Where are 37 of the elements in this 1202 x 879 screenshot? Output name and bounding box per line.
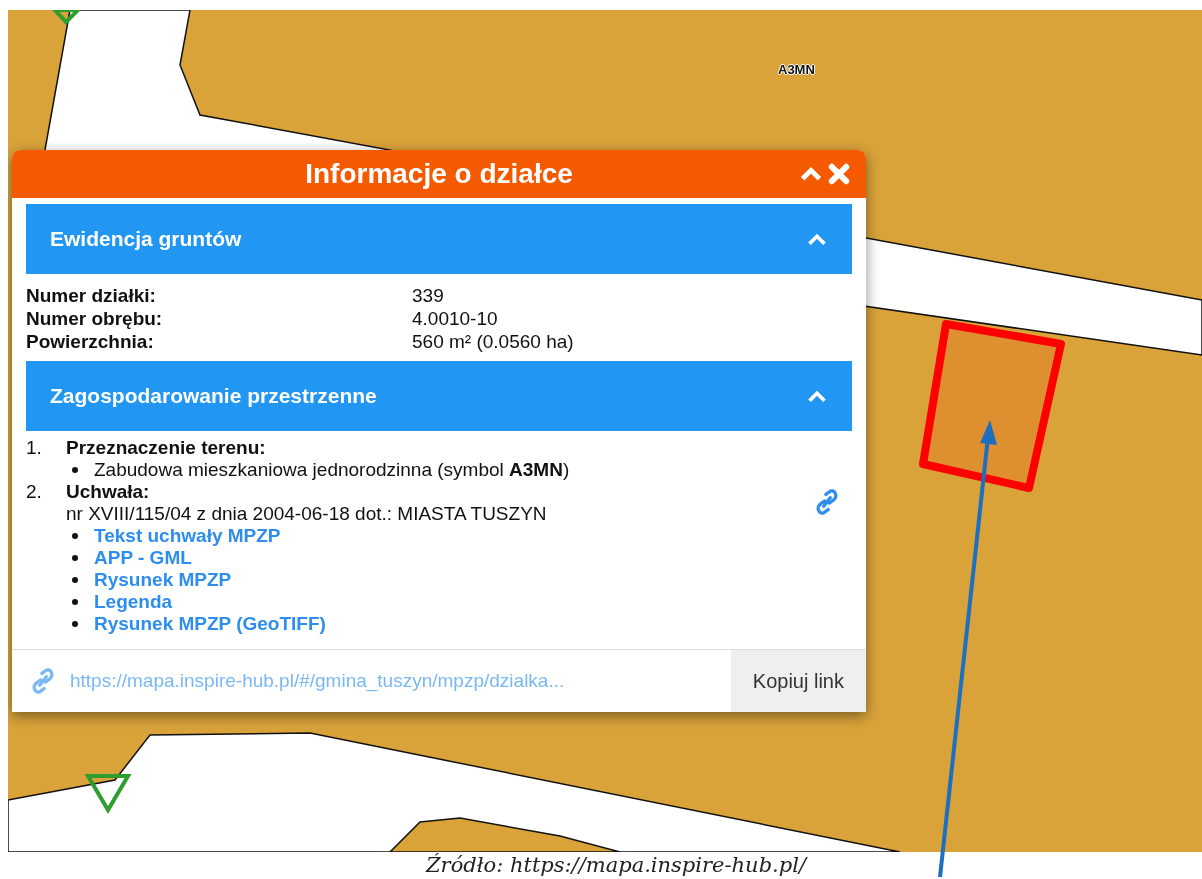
bullet-icon (72, 599, 78, 605)
section-title: Zagospodarowanie przestrzenne (50, 384, 377, 408)
link-icon[interactable] (816, 489, 838, 515)
map-label: A3MN (778, 62, 815, 77)
share-url[interactable]: https://mapa.inspire-hub.pl/#/gmina_tuszyn/mpzp/dzialka... (70, 670, 698, 692)
field-value: 4.0010-10 (412, 307, 499, 330)
field-label: Powierzchnia: (26, 330, 155, 353)
document-link[interactable]: Legenda (94, 591, 173, 613)
field-label: Numer obrębu: (26, 307, 164, 330)
close-icon[interactable] (826, 162, 852, 186)
bullet-icon (72, 577, 78, 583)
item-number: 2. (26, 481, 43, 503)
item-heading: Uchwała: (66, 481, 150, 503)
item-number: 1. (26, 437, 43, 459)
item-text: Zabudowa mieszkaniowa jednorodzinna (symbol A3MN) (94, 459, 570, 481)
section-header[interactable]: Ewidencja gruntów (26, 204, 852, 274)
section-title: Ewidencja gruntów (50, 227, 242, 251)
field-value: 339 (412, 284, 445, 307)
chevron-icon[interactable] (806, 231, 828, 247)
bullet-icon (72, 533, 78, 539)
document-link[interactable]: Tekst uchwały MPZP (94, 525, 281, 547)
field-label: Numer działki: (26, 284, 157, 307)
item-heading: Przeznaczenie terenu: (66, 437, 266, 459)
field-value: 560 m² (0.0560 ha) (412, 330, 575, 353)
source-caption: Źródło: https://mapa.inspire-hub.pl/ (426, 852, 806, 879)
copy-link-button[interactable]: Kopiuj link (730, 650, 866, 712)
document-link[interactable]: APP - GML (94, 547, 192, 569)
item-text: nr XVIII/115/04 z dnia 2004-06-18 dot.: MIASTA TUSZYN (66, 503, 547, 525)
link-icon (32, 668, 54, 694)
bullet-icon (72, 555, 78, 561)
chevron-icon[interactable] (806, 388, 828, 404)
panel-title: Informacje o działce (305, 158, 573, 190)
bullet-icon (72, 621, 78, 627)
section-header[interactable]: Zagospodarowanie przestrzenne (26, 361, 852, 431)
bullet-icon (72, 467, 78, 473)
document-link[interactable]: Rysunek MPZP (GeoTIFF) (94, 613, 326, 635)
document-link[interactable]: Rysunek MPZP (94, 569, 232, 591)
